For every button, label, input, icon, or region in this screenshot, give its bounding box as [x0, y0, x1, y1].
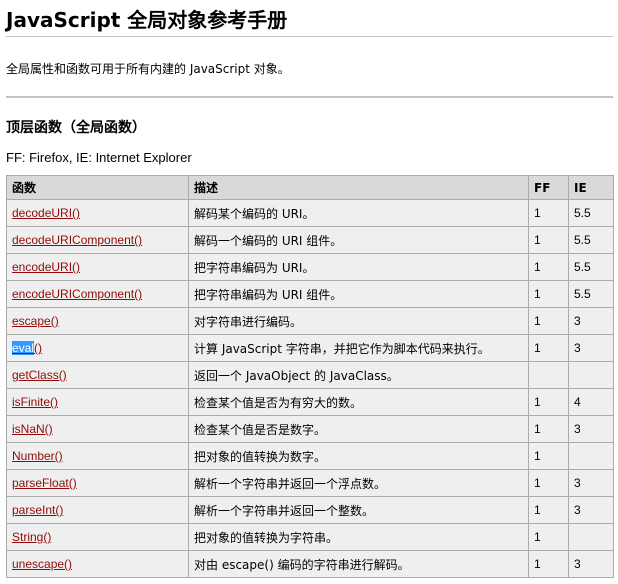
section-title: 顶层函数（全局函数）: [6, 120, 146, 136]
ff-version: 1: [528, 388, 569, 416]
ff-version: 1: [528, 523, 569, 551]
table-row: unescape() 对由 escape() 编码的字符串进行解码。 1 3: [6, 550, 614, 578]
title-divider: [6, 36, 613, 37]
selected-text-highlight: eval: [12, 341, 35, 355]
function-link-getclass[interactable]: getClass(): [12, 368, 67, 382]
ff-version: 1: [528, 280, 569, 308]
ie-version: 3: [568, 415, 614, 443]
browser-legend-note: FF: Firefox, IE: Internet Explorer: [6, 150, 192, 165]
function-description: 解码一个编码的 URI 组件。: [188, 226, 529, 254]
intro-text: 全局属性和函数可用于所有内建的 JavaScript 对象。: [6, 62, 290, 76]
function-description: 返回一个 JavaObject 的 JavaClass。: [188, 361, 529, 389]
column-header-ff: FF: [528, 175, 569, 200]
ie-version: 3: [568, 550, 614, 578]
table-row: parseFloat() 解析一个字符串并返回一个浮点数。 1 3: [6, 469, 614, 497]
ie-version: 4: [568, 388, 614, 416]
ie-version: 3: [568, 334, 614, 362]
function-description: 把对象的值转换为字符串。: [188, 523, 529, 551]
ff-version: 1: [528, 334, 569, 362]
function-link-eval[interactable]: eval(): [12, 341, 42, 355]
ie-version: 3: [568, 469, 614, 497]
section-divider: [6, 96, 613, 98]
functions-table: 函数 描述 FF IE decodeURI() 解码某个编码的 URI。 1 5…: [6, 175, 614, 578]
function-link-decodeuricomponent[interactable]: decodeURIComponent(): [12, 233, 142, 247]
function-description: 解码某个编码的 URI。: [188, 199, 529, 227]
ie-version: 5.5: [568, 253, 614, 281]
ie-version: 5.5: [568, 199, 614, 227]
ie-version: 3: [568, 307, 614, 335]
function-link-encodeuricomponent[interactable]: encodeURIComponent(): [12, 287, 142, 301]
table-row: encodeURI() 把字符串编码为 URI。 1 5.5: [6, 253, 614, 281]
ie-version: 5.5: [568, 226, 614, 254]
function-link-encodeuri[interactable]: encodeURI(): [12, 260, 80, 274]
function-link-string[interactable]: String(): [12, 530, 51, 544]
function-description: 对字符串进行编码。: [188, 307, 529, 335]
table-row: escape() 对字符串进行编码。 1 3: [6, 307, 614, 335]
function-link-decodeuri[interactable]: decodeURI(): [12, 206, 80, 220]
column-header-function: 函数: [6, 175, 189, 200]
ff-version: 1: [528, 550, 569, 578]
ie-version: 3: [568, 496, 614, 524]
ff-version: 1: [528, 442, 569, 470]
function-description: 把对象的值转换为数字。: [188, 442, 529, 470]
function-description: 检查某个值是否为有穷大的数。: [188, 388, 529, 416]
function-description: 对由 escape() 编码的字符串进行解码。: [188, 550, 529, 578]
ie-version: [568, 442, 614, 470]
function-link-isfinite[interactable]: isFinite(): [12, 395, 58, 409]
ff-version: 1: [528, 415, 569, 443]
page: JavaScript 全局对象参考手册 全局属性和函数可用于所有内建的 Java…: [0, 0, 618, 584]
function-description: 解析一个字符串并返回一个整数。: [188, 496, 529, 524]
function-link-number[interactable]: Number(): [12, 449, 63, 463]
function-link-unescape[interactable]: unescape(): [12, 557, 72, 571]
function-link-parsefloat[interactable]: parseFloat(): [12, 476, 77, 490]
table-row: String() 把对象的值转换为字符串。 1: [6, 523, 614, 551]
table-row: encodeURIComponent() 把字符串编码为 URI 组件。 1 5…: [6, 280, 614, 308]
table-row: Number() 把对象的值转换为数字。 1: [6, 442, 614, 470]
table-row: getClass() 返回一个 JavaObject 的 JavaClass。: [6, 361, 614, 389]
function-parens: (): [34, 341, 43, 355]
ff-version: 1: [528, 226, 569, 254]
table-header-row: 函数 描述 FF IE: [6, 175, 614, 200]
column-header-ie: IE: [568, 175, 614, 200]
column-header-description: 描述: [188, 175, 529, 200]
ie-version: [568, 523, 614, 551]
ie-version: [568, 361, 614, 389]
table-row: decodeURIComponent() 解码一个编码的 URI 组件。 1 5…: [6, 226, 614, 254]
function-link-isnan[interactable]: isNaN(): [12, 422, 53, 436]
function-description: 计算 JavaScript 字符串，并把它作为脚本代码来执行。: [188, 334, 529, 362]
ff-version: [528, 361, 569, 389]
function-description: 检查某个值是否是数字。: [188, 415, 529, 443]
ff-version: 1: [528, 469, 569, 497]
function-description: 解析一个字符串并返回一个浮点数。: [188, 469, 529, 497]
table-row: parseInt() 解析一个字符串并返回一个整数。 1 3: [6, 496, 614, 524]
ff-version: 1: [528, 307, 569, 335]
function-link-parseint[interactable]: parseInt(): [12, 503, 63, 517]
ie-version: 5.5: [568, 280, 614, 308]
ff-version: 1: [528, 496, 569, 524]
ff-version: 1: [528, 253, 569, 281]
ff-version: 1: [528, 199, 569, 227]
table-row: isFinite() 检查某个值是否为有穷大的数。 1 4: [6, 388, 614, 416]
table-row: decodeURI() 解码某个编码的 URI。 1 5.5: [6, 199, 614, 227]
page-title: JavaScript 全局对象参考手册: [6, 8, 288, 32]
function-description: 把字符串编码为 URI 组件。: [188, 280, 529, 308]
function-link-escape[interactable]: escape(): [12, 314, 59, 328]
table-row: eval() 计算 JavaScript 字符串，并把它作为脚本代码来执行。 1…: [6, 334, 614, 362]
function-description: 把字符串编码为 URI。: [188, 253, 529, 281]
table-row: isNaN() 检查某个值是否是数字。 1 3: [6, 415, 614, 443]
